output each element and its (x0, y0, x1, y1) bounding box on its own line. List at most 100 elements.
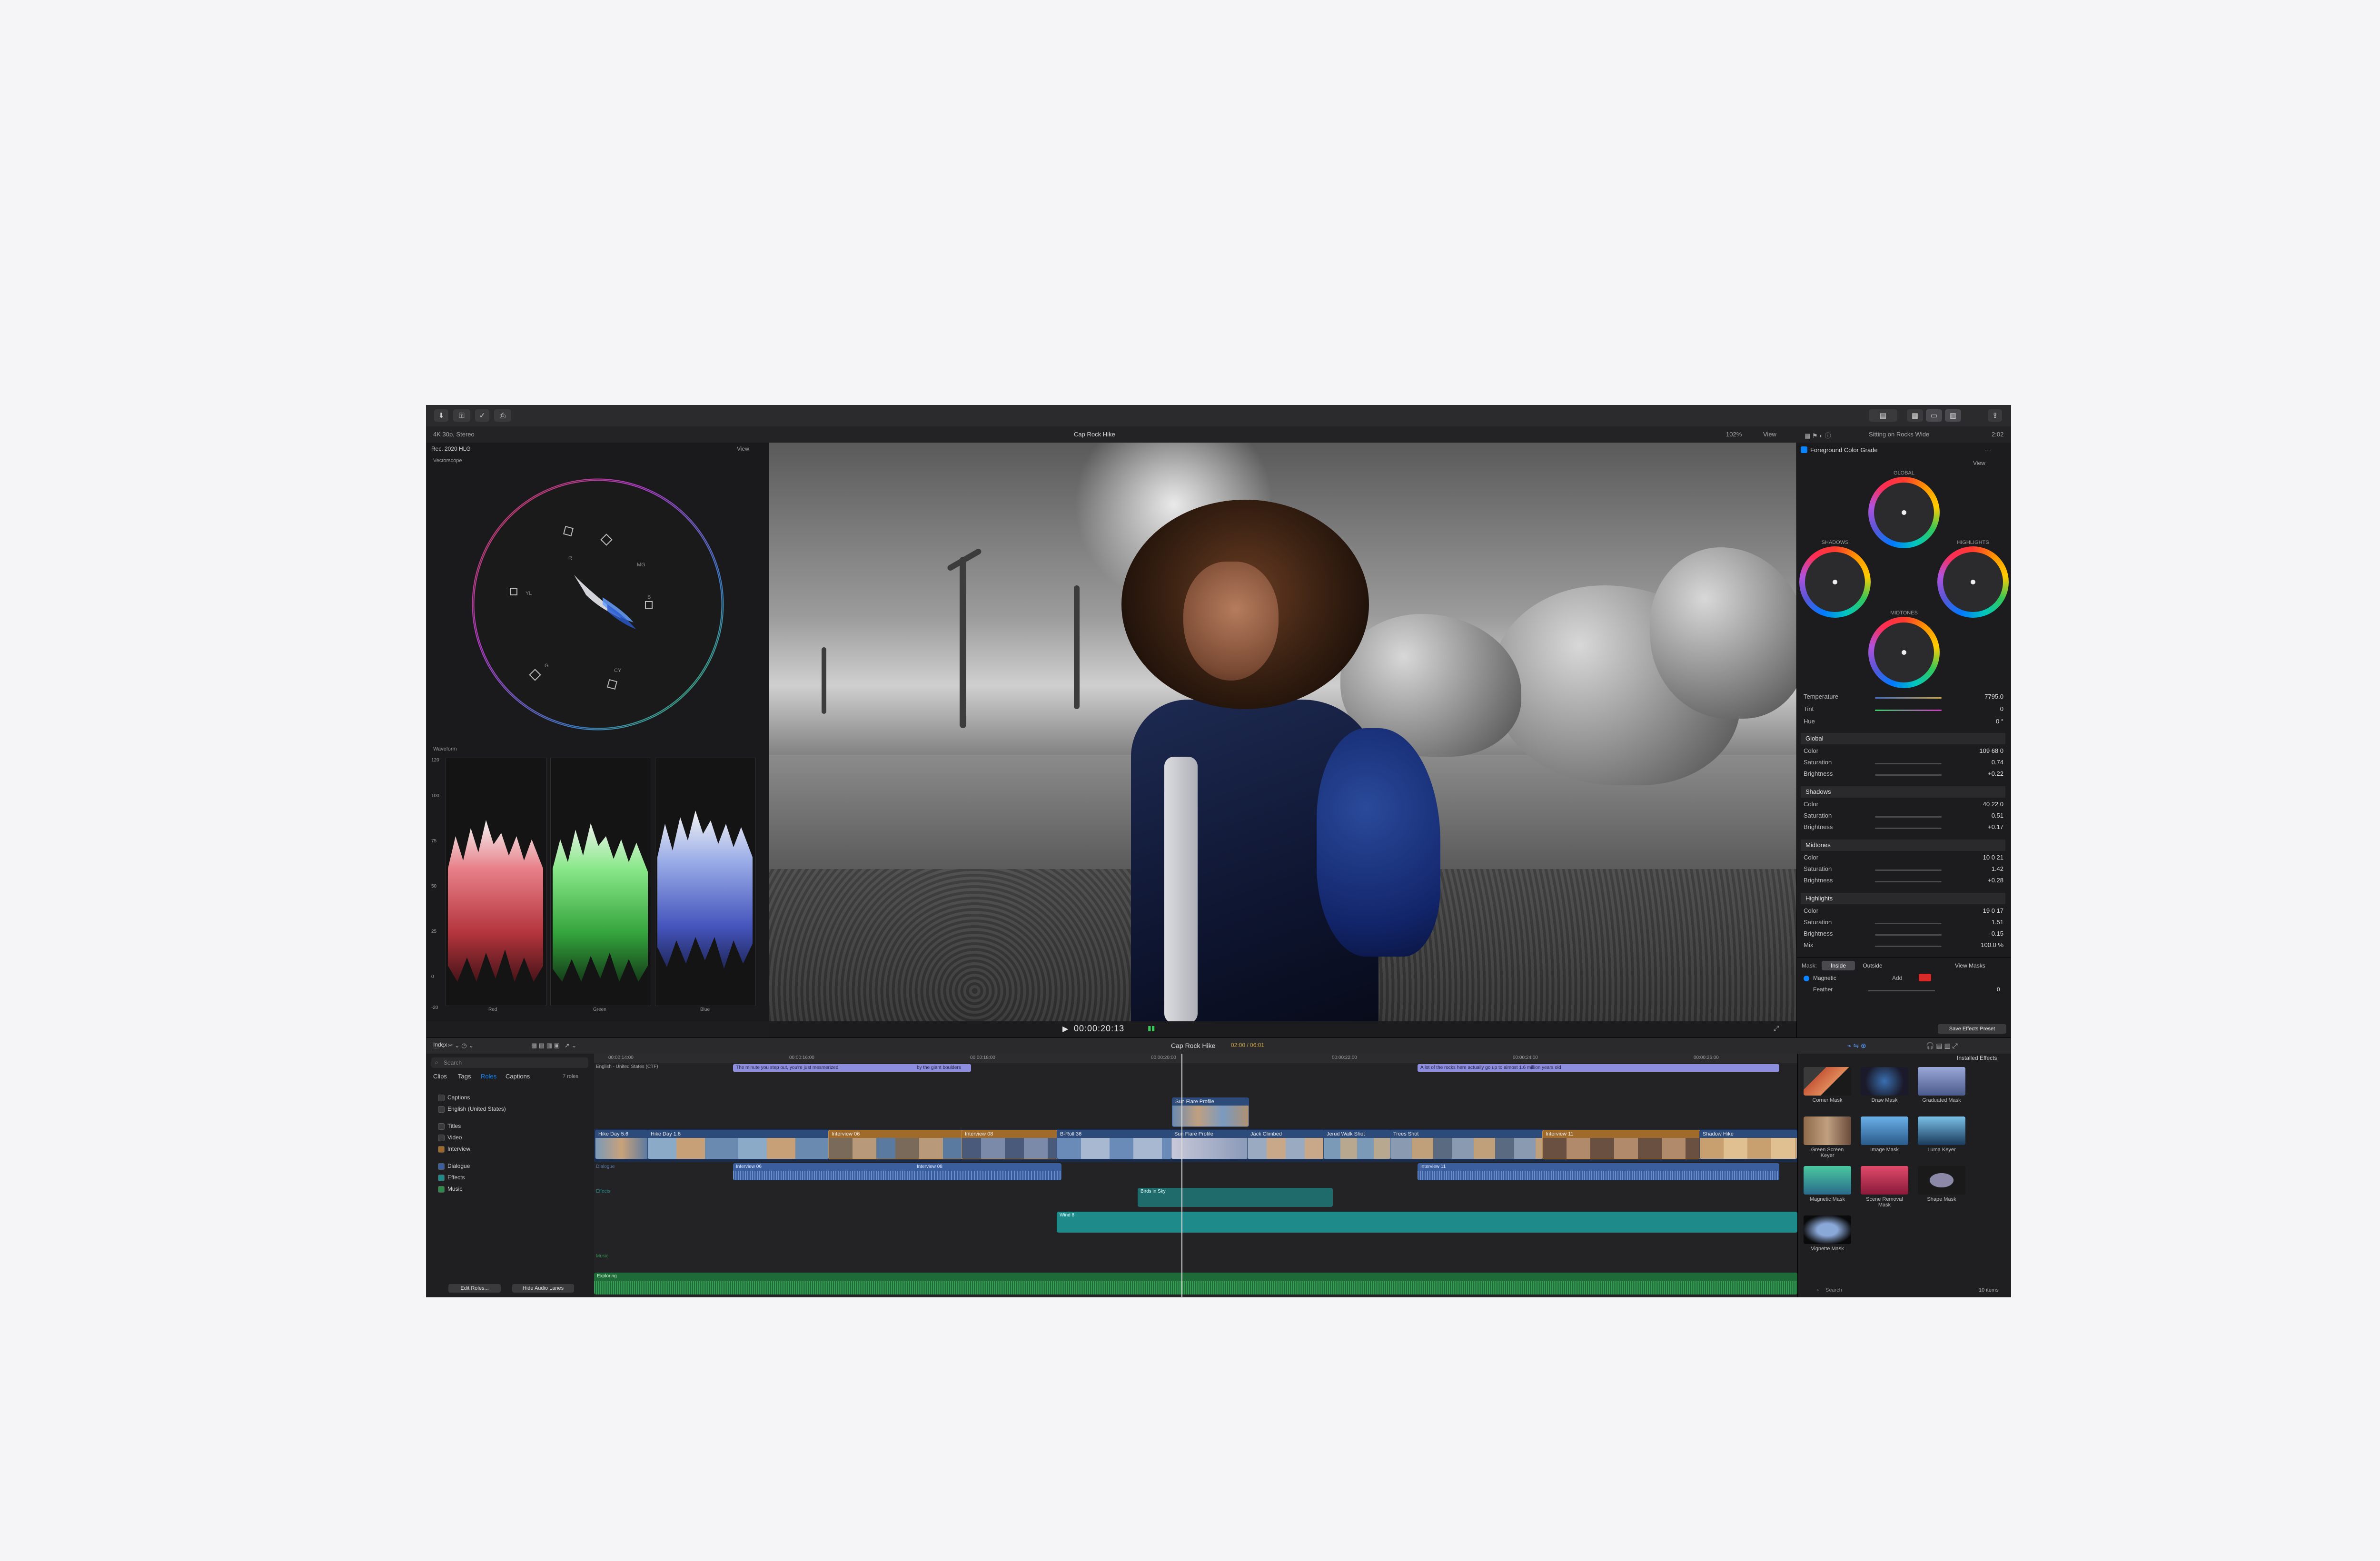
role-dialogue[interactable]: Dialogue (438, 1160, 585, 1173)
effect-scene-removal-mask[interactable]: Scene Removal Mask (1861, 1166, 1912, 1208)
clip-sun-flare-profile[interactable]: Sun Flare Profile (1171, 1130, 1248, 1159)
effect-green-screen-keyer[interactable]: Green Screen Keyer (1804, 1116, 1855, 1158)
save-effects-preset-button[interactable]: Save Effects Preset (1938, 1024, 2006, 1034)
effect-options-icon[interactable]: ⋯ (1985, 446, 1991, 454)
effects-search-icon[interactable]: ⌕ (1817, 1287, 1820, 1293)
feather-slider[interactable] (1868, 990, 1935, 991)
workspace-layout-icon[interactable]: ▤ (1869, 409, 1897, 422)
index-tab-captions[interactable]: Captions (506, 1073, 530, 1080)
role-video[interactable]: Video (438, 1132, 585, 1144)
viewer-image[interactable] (769, 443, 1796, 1021)
clip-interview-08[interactable]: Interview 08 (962, 1130, 1058, 1159)
hide-audio-lanes-button[interactable]: Hide Audio Lanes (512, 1284, 574, 1293)
clip-b-roll-36[interactable]: B-Roll 36 (1057, 1130, 1172, 1159)
effects-clip-wind-8[interactable]: Wind 8 (1057, 1212, 1797, 1233)
caption-clip-3[interactable]: A lot of the rocks here actually go up t… (1418, 1064, 1779, 1072)
highlights-color-row[interactable]: Color 19 0 17 (1804, 907, 2003, 918)
viewer-view-menu[interactable]: View (1763, 431, 1776, 438)
timeline-title[interactable]: Cap Rock Hike (1171, 1042, 1215, 1049)
music-clip-exploring[interactable]: Exploring (594, 1273, 1797, 1294)
clip-hike-day-1-6[interactable]: Hike Day 1.6 (647, 1130, 829, 1159)
clip-jerud-walk-shot[interactable]: Jerud Walk Shot (1323, 1130, 1391, 1159)
feather-value[interactable]: 0 (1997, 986, 2000, 993)
inspector-view-menu[interactable]: View (1973, 460, 1985, 466)
role-interview[interactable]: Interview (438, 1143, 585, 1156)
role-effects[interactable]: Effects (438, 1172, 585, 1184)
index-tab-roles[interactable]: Roles (481, 1073, 496, 1080)
magnetic-mask-enable[interactable] (1804, 976, 1809, 981)
mask-color-swatch[interactable] (1919, 974, 1931, 981)
tint-row[interactable]: Tint 0 (1804, 705, 2003, 716)
browser-toggle-icon[interactable]: ▦ (1907, 409, 1923, 422)
audio-meters-icon[interactable]: ▮▮ (1148, 1024, 1155, 1032)
role-captions[interactable]: Captions (438, 1092, 585, 1104)
effect-magnetic-mask[interactable]: Magnetic Mask (1804, 1166, 1855, 1202)
effect-corner-mask[interactable]: Corner Mask (1804, 1067, 1855, 1103)
effect-graduated-mask[interactable]: Graduated Mask (1918, 1067, 1969, 1103)
index-search[interactable]: ⌕ Search (431, 1057, 588, 1068)
section-global[interactable]: Global (1801, 733, 2005, 744)
index-tab-clips[interactable]: Clips (433, 1073, 447, 1080)
share-icon[interactable]: ⎙ (494, 409, 511, 422)
shadows-color-row[interactable]: Color 40 22 0 (1804, 800, 2003, 811)
mask-outside-button[interactable]: Outside (1856, 961, 1889, 970)
clip-shadow-hike[interactable]: Shadow Hike (1699, 1130, 1797, 1159)
highlights-brightness-row[interactable]: Brightness -0.15 (1804, 930, 2003, 940)
shadows-brightness-row[interactable]: Brightness +0.17 (1804, 823, 2003, 834)
highlights-saturation-row[interactable]: Saturation 1.51 (1804, 919, 2003, 929)
global-brightness-row[interactable]: Brightness +0.22 (1804, 770, 2003, 780)
hue-row[interactable]: Hue 0 ° (1804, 718, 2003, 728)
clip-interview-11[interactable]: Interview 11 (1542, 1130, 1700, 1159)
effect-vignette-mask[interactable]: Vignette Mask (1804, 1215, 1855, 1252)
edit-roles-button[interactable]: Edit Roles... (448, 1284, 501, 1293)
effect-image-mask[interactable]: Image Mask (1861, 1116, 1912, 1153)
select-tool-icon[interactable]: ➚ ⌄ (565, 1042, 576, 1049)
effects-clip-birds-in-sky[interactable]: Birds in Sky (1138, 1188, 1333, 1207)
dialogue-clip-interview-11[interactable]: Interview 11 (1418, 1163, 1779, 1180)
index-tab-tags[interactable]: Tags (458, 1073, 471, 1080)
clip-interview-06[interactable]: Interview 06 (828, 1130, 962, 1159)
temperature-row[interactable]: Temperature 7795.0 (1804, 693, 2003, 703)
inspector-toggle-icon[interactable]: ▥ (1945, 409, 1961, 422)
effect-name[interactable]: Foreground Color Grade (1810, 446, 1878, 454)
midtones-color-wheel[interactable] (1868, 617, 1940, 688)
edit-buttons[interactable]: ▦ ▤ ▥ ▣ (531, 1042, 560, 1049)
effect-shape-mask[interactable]: Shape Mask (1918, 1166, 1969, 1202)
effect-draw-mask[interactable]: Draw Mask (1861, 1067, 1912, 1103)
role-titles[interactable]: Titles (438, 1120, 585, 1133)
highlights-color-wheel[interactable] (1937, 546, 2009, 618)
section-midtones[interactable]: Midtones (1801, 840, 2005, 851)
view-masks-button[interactable]: View Masks (1955, 962, 1985, 969)
caption-clip-2[interactable]: by the giant boulders (914, 1064, 971, 1072)
clip-hike-day-5-6[interactable]: Hike Day 5.6 (595, 1130, 648, 1159)
midtones-brightness-row[interactable]: Brightness +0.28 (1804, 877, 2003, 887)
shadows-saturation-row[interactable]: Saturation 0.51 (1804, 812, 2003, 822)
effect-luma-keyer[interactable]: Luma Keyer (1918, 1116, 1969, 1153)
role-music[interactable]: Music (438, 1183, 585, 1195)
timeline[interactable]: 00:00:14:00 00:00:16:00 00:00:18:00 00:0… (594, 1054, 1797, 1297)
mask-inside-button[interactable]: Inside (1822, 961, 1855, 970)
global-color-row[interactable]: Color 109 68 0 (1804, 747, 2003, 758)
fullscreen-icon[interactable]: ⤢ (1774, 1024, 1779, 1032)
zoom-level[interactable]: 102% (1726, 431, 1742, 438)
index-tab[interactable]: Index (433, 1041, 447, 1048)
audio-tools-icons[interactable]: ⌁ ⇋ ⊕ (1847, 1042, 1866, 1050)
keywords-icon[interactable]: ⚿ (453, 409, 470, 422)
midtones-saturation-row[interactable]: Saturation 1.42 (1804, 865, 2003, 876)
import-icon[interactable]: ⬇ (434, 409, 448, 422)
timeline-toggle-icon[interactable]: ▭ (1926, 409, 1942, 422)
section-shadows[interactable]: Shadows (1801, 786, 2005, 798)
dialogue-clip-interview-08[interactable]: Interview 08 (914, 1163, 1061, 1180)
effect-enable-checkbox[interactable] (1801, 446, 1807, 453)
section-highlights[interactable]: Highlights (1801, 893, 2005, 904)
clip-jack-climbed[interactable]: Jack Climbed (1247, 1130, 1324, 1159)
midtones-color-row[interactable]: Color 10 0 21 (1804, 854, 2003, 864)
background-tasks-icon[interactable]: ✓ (475, 409, 489, 422)
global-saturation-row[interactable]: Saturation 0.74 (1804, 759, 2003, 769)
mix-row[interactable]: Mix 100.0 % (1804, 941, 2003, 952)
timecode-display[interactable]: 00:00:20:13 (1074, 1024, 1124, 1034)
magnetic-add-button[interactable]: Add (1892, 975, 1902, 981)
timeline-toggle-icons[interactable]: 🎧 ▤ ▥ ⤢ (1926, 1042, 1958, 1050)
play-icon[interactable]: ▶ (1062, 1024, 1068, 1034)
clip-trees-shot[interactable]: Trees Shot (1390, 1130, 1543, 1159)
